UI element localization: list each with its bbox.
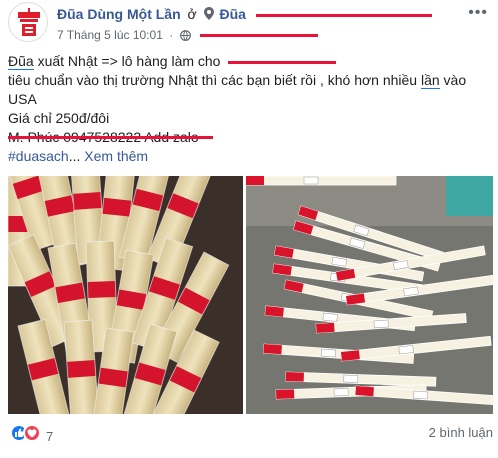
text-segment: tiêu chuẩn vào thị trường Nhật thì các b…: [8, 72, 421, 88]
text-line-1: Đũa xuất Nhật => lô hàng làm cho: [8, 52, 493, 71]
photo-chopstick-bundles[interactable]: [8, 176, 243, 414]
chopstick-packs-image: [246, 176, 493, 414]
text-segment: vào: [439, 72, 467, 88]
text-line-3: USA: [8, 91, 37, 107]
post-meta: 7 Tháng 5 lúc 10:01 ·: [57, 28, 318, 42]
ellipsis: ...: [68, 148, 81, 164]
more-options-icon[interactable]: •••: [468, 4, 488, 22]
text-line-4: Giá chỉ 250đ/đôi: [8, 110, 110, 126]
page-name-link[interactable]: Đũa Dùng Một Lần: [57, 6, 181, 22]
photo-grid: [8, 176, 493, 414]
post-timestamp[interactable]: 7 Tháng 5 lúc 10:01: [57, 28, 163, 42]
chopstick-bundles-image: [8, 176, 243, 414]
redaction-mark: [199, 34, 318, 38]
text-segment: xuất Nhật => lô hàng làm cho: [33, 53, 221, 69]
see-more-link[interactable]: Xem thêm: [84, 148, 148, 164]
photo-chopstick-packs[interactable]: [246, 176, 493, 414]
highlighted-word: Đũa: [8, 53, 34, 70]
facebook-post: Đũa Dùng Một Lần ở Đũa 7 Tháng 5 lúc 10:…: [0, 0, 498, 458]
page-avatar[interactable]: [8, 2, 48, 42]
text-line-6: #duasach... Xem thêm: [8, 147, 493, 166]
reaction-count: 7: [46, 429, 54, 444]
hashtag-link[interactable]: #duasach: [8, 148, 69, 164]
redaction-strike: [8, 136, 213, 139]
text-line-2: tiêu chuẩn vào thị trường Nhật thì các b…: [8, 71, 493, 90]
globe-icon: [179, 30, 191, 41]
comments-count-link[interactable]: 2 bình luận: [429, 425, 493, 440]
post-footer: 7 2 bình luận: [8, 420, 493, 446]
highlighted-word: lần: [420, 72, 440, 89]
location-pin-icon: [203, 7, 214, 20]
love-reaction-icon: [23, 424, 41, 442]
place-link[interactable]: Đũa: [220, 6, 246, 22]
post-text: Đũa xuất Nhật => lô hàng làm cho tiêu ch…: [8, 52, 493, 166]
post-header: Đũa Dùng Một Lần ở Đũa: [57, 6, 432, 22]
at-text: ở: [187, 6, 197, 22]
page-logo-icon: [10, 4, 47, 41]
redaction-mark: [228, 60, 337, 64]
redaction-mark: [255, 13, 432, 17]
text-line-5: M. Phúc 0947528222 Add zalo: [8, 128, 493, 147]
meta-separator: ·: [169, 28, 174, 42]
